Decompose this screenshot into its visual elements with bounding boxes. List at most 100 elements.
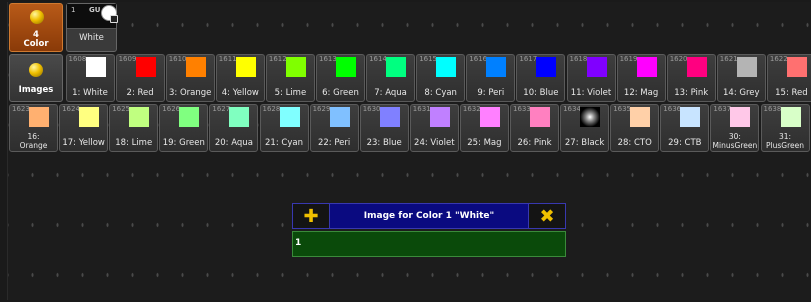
image-number: 1637 [713, 105, 732, 113]
image-pool-tile[interactable]: 1608 1: White [65, 54, 115, 102]
color-bulb-icon [30, 10, 44, 24]
image-marker-icon [110, 15, 118, 23]
image-label: 21: Cyan [265, 138, 303, 148]
image-pool-tile[interactable]: 1623 16: Orange [9, 104, 58, 152]
image-number: 1633 [513, 105, 531, 113]
image-pool-tile[interactable]: 1630 23: Blue [359, 104, 409, 152]
color-swatch [179, 107, 200, 127]
image-number: 1638 [763, 105, 782, 113]
image-number: 1631 [412, 105, 431, 113]
image-pool-tile[interactable]: 1632 25: Mag [459, 104, 509, 152]
image-pool-tile[interactable]: 1634 27: Black [560, 104, 610, 152]
image-pool-tile[interactable]: 1611 4: Yellow [215, 54, 265, 102]
color-swatch [436, 57, 457, 77]
close-icon: ✖ [539, 205, 555, 227]
dialog-close-button[interactable]: ✖ [528, 203, 566, 229]
image-label: 2: Red [126, 88, 154, 98]
image-pool-tile[interactable]: 1609 2: Red [115, 54, 165, 102]
image-pool-window: 4 Color 1 GU White Images 1608 1: White 16… [7, 2, 811, 300]
color-swatch [479, 107, 500, 127]
image-pool-tile[interactable]: 1635 28: CTO [610, 104, 660, 152]
image-number: 1630 [362, 105, 381, 113]
image-pool-tile[interactable]: 1636 29: CTB [660, 104, 710, 152]
images-pool-button[interactable]: Images [9, 54, 63, 102]
image-pool-tile[interactable]: 1628 21: Cyan [259, 104, 309, 152]
color-swatch [336, 57, 356, 77]
color-pool-button[interactable]: 4 Color [9, 3, 63, 52]
image-pool-tile[interactable]: 1613 6: Green [316, 54, 365, 102]
color-swatch [680, 107, 701, 127]
dialog-add-button[interactable]: ✚ [292, 203, 330, 229]
image-label: 31: PlusGreen [766, 132, 804, 150]
image-label: 29: CTB [668, 138, 702, 148]
image-pool-tile[interactable]: 1638 31: PlusGreen [760, 104, 810, 152]
image-label: 22: Peri [317, 138, 351, 148]
image-number: 1626 [162, 105, 181, 113]
image-pool-tile[interactable]: 1629 22: Peri [309, 104, 359, 152]
image-pool-tile[interactable]: 1627 20: Aqua [209, 104, 259, 152]
image-number: 1634 [563, 105, 581, 113]
image-pool-tile[interactable]: 1622 15: Red [766, 54, 811, 102]
dialog-input-field[interactable]: 1 [292, 231, 566, 257]
image-number: 1620 [669, 55, 688, 63]
color-swatch [229, 107, 250, 127]
image-pool-tile[interactable]: 1631 24: Violet [409, 104, 459, 152]
image-label: 14: Grey [723, 88, 760, 98]
image-number: 1614 [369, 55, 387, 63]
image-label: 26: Pink [517, 138, 552, 148]
color-swatch [386, 57, 407, 77]
image-label: 10: Blue [523, 88, 559, 98]
image-pool-tile[interactable]: 1620 13: Pink [666, 54, 716, 102]
image-number: 1625 [112, 105, 131, 113]
image-number: 1616 [469, 55, 488, 63]
plus-icon: ✚ [303, 205, 319, 227]
image-number: 1636 [663, 105, 682, 113]
color-swatch [736, 57, 757, 77]
image-label: 9: Peri [477, 88, 505, 98]
color-swatch [536, 57, 557, 77]
image-number: 1621 [719, 55, 738, 63]
image-label: 30: MinusGreen [712, 132, 758, 150]
image-pool-tile[interactable]: 1617 10: Blue [516, 54, 566, 102]
image-pool-tile[interactable]: 1610 3: Orange [165, 54, 215, 102]
image-pool-tile[interactable]: 1615 8: Cyan [416, 54, 466, 102]
image-pool-tile[interactable]: 1616 9: Peri [466, 54, 516, 102]
image-number: 1611 [218, 55, 237, 63]
image-label: 3: Orange [168, 88, 212, 98]
image-label: 16: Orange [19, 132, 48, 150]
color-swatch [29, 107, 49, 127]
image-label: 8: Cyan [424, 88, 457, 98]
image-number: 1609 [118, 55, 137, 63]
image-pool-tile[interactable]: 1624 17: Yellow [59, 104, 109, 152]
image-number: 1608 [68, 55, 87, 63]
preset-number: 1 [71, 6, 76, 14]
image-pool-tile[interactable]: 1633 26: Pink [510, 104, 559, 152]
image-number: 1624 [62, 105, 80, 113]
preset-white-button[interactable]: 1 GU White [66, 3, 118, 52]
color-swatch [580, 107, 601, 127]
image-label: 1: White [72, 88, 108, 98]
color-swatch [429, 107, 450, 127]
images-pool-label: Images [18, 85, 54, 95]
image-pool-tile[interactable]: 1637 30: MinusGreen [710, 104, 760, 152]
dialog-title: Image for Color 1 "White" [363, 211, 495, 221]
image-label: 13: Pink [674, 88, 709, 98]
image-label: 20: Aqua [214, 138, 253, 148]
image-label: 15: Red [775, 88, 808, 98]
image-pool-tile[interactable]: 1618 11: Violet [566, 54, 616, 102]
image-pool-tile[interactable]: 1626 19: Green [159, 104, 209, 152]
image-number: 1618 [569, 55, 588, 63]
image-number: 1627 [212, 105, 231, 113]
color-swatch [486, 57, 507, 77]
image-label: 27: Black [564, 138, 605, 148]
image-number: 1628 [262, 105, 281, 113]
preset-white-preview: 1 GU [67, 4, 118, 29]
image-number: 1623 [12, 105, 30, 113]
image-number: 1612 [268, 55, 287, 63]
image-pool-tile[interactable]: 1619 12: Mag [616, 54, 666, 102]
image-pool-tile[interactable]: 1625 18: Lime [109, 104, 159, 152]
image-pool-tile[interactable]: 1614 7: Aqua [366, 54, 416, 102]
image-pool-tile[interactable]: 1621 14: Grey [716, 54, 766, 102]
image-pool-tile[interactable]: 1612 5: Lime [265, 54, 315, 102]
color-swatch [636, 57, 657, 77]
